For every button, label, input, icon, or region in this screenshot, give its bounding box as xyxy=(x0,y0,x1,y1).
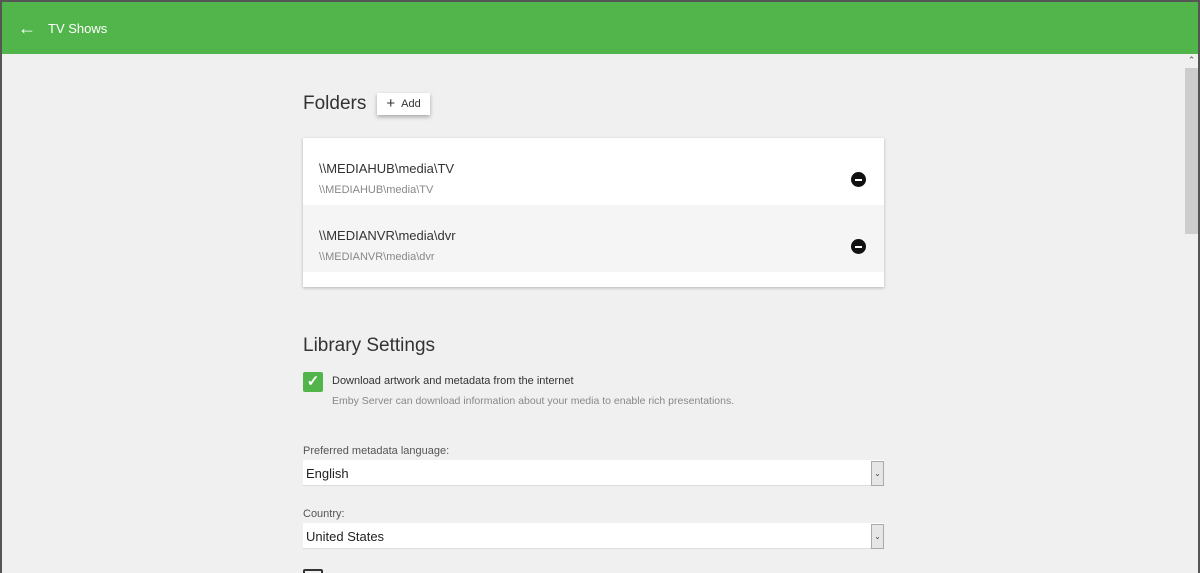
download-metadata-label: Download artwork and metadata from the i… xyxy=(332,375,574,387)
folder-subtitle: \\MEDIAHUB\media\TV xyxy=(319,184,434,196)
download-metadata-checkbox[interactable]: ✓ xyxy=(303,372,323,392)
folder-path: \\MEDIANVR\media\dvr xyxy=(319,228,456,243)
scroll-up-icon[interactable]: ⌃ xyxy=(1185,54,1198,67)
scrollbar-thumb[interactable] xyxy=(1185,68,1198,234)
header: ← TV Shows xyxy=(2,2,1198,54)
add-folder-button[interactable]: + Add xyxy=(377,93,430,115)
remove-icon[interactable] xyxy=(851,172,866,187)
language-field: Preferred metadata language: English ⌄ xyxy=(303,445,884,486)
folder-path: \\MEDIAHUB\media\TV xyxy=(319,161,455,176)
language-value: English xyxy=(306,466,349,481)
folder-item[interactable]: \\MEDIANVR\media\dvr \\MEDIANVR\media\dv… xyxy=(303,205,884,272)
chevron-down-icon[interactable]: ⌄ xyxy=(871,524,884,549)
folders-heading: Folders xyxy=(303,93,367,114)
plus-icon: + xyxy=(386,95,396,112)
arrow-left-icon[interactable]: ← xyxy=(18,18,38,39)
page-title: TV Shows xyxy=(48,20,108,36)
country-select[interactable]: United States ⌄ xyxy=(303,523,884,549)
library-settings-heading: Library Settings xyxy=(303,335,436,356)
chevron-down-icon[interactable]: ⌄ xyxy=(871,461,884,486)
scrollbar[interactable]: ⌃ xyxy=(1185,54,1198,573)
country-value: United States xyxy=(306,529,385,544)
folder-item[interactable]: \\MEDIAHUB\media\TV \\MEDIAHUB\media\TV xyxy=(303,138,884,205)
language-label: Preferred metadata language: xyxy=(303,445,450,457)
window: ← TV Shows Folders + Add \\MEDIAHUB\medi… xyxy=(2,2,1198,573)
checkbox[interactable] xyxy=(303,569,323,573)
download-metadata-description: Emby Server can download information abo… xyxy=(332,395,735,407)
country-label: Country: xyxy=(303,508,345,520)
folder-subtitle: \\MEDIANVR\media\dvr xyxy=(319,251,435,263)
folder-list: \\MEDIAHUB\media\TV \\MEDIAHUB\media\TV … xyxy=(303,138,884,287)
country-field: Country: United States ⌄ xyxy=(303,508,884,549)
remove-icon[interactable] xyxy=(851,239,866,254)
add-label: Add xyxy=(401,98,421,110)
language-select[interactable]: English ⌄ xyxy=(303,460,884,486)
